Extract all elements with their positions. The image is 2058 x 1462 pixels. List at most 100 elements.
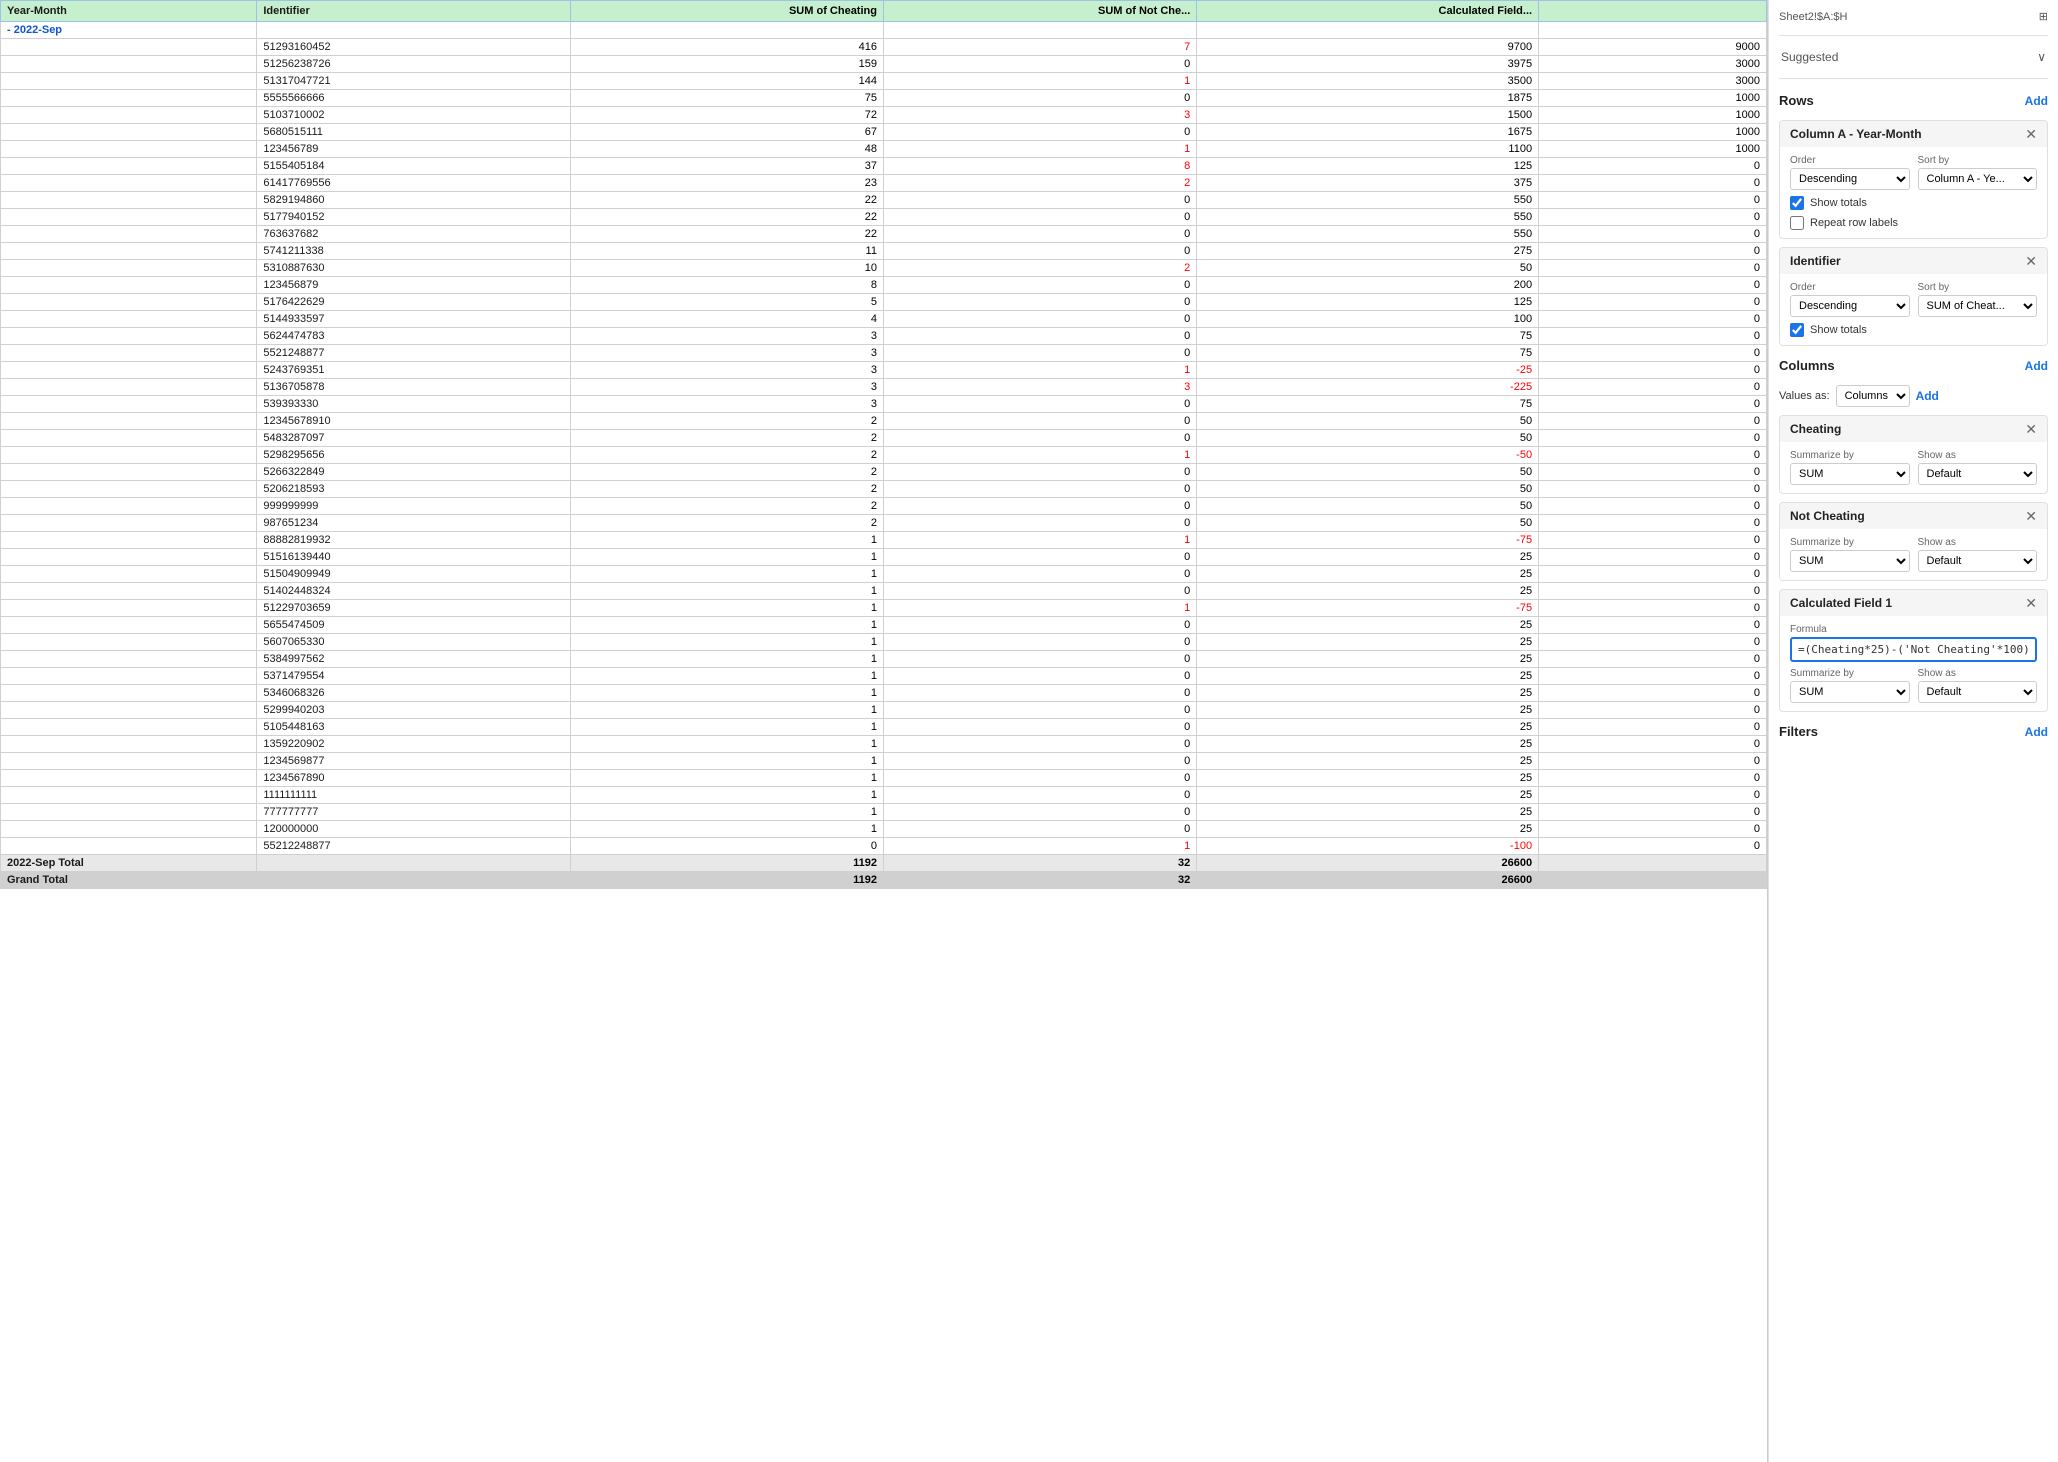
col-a-close-button[interactable]: ✕: [2025, 127, 2037, 141]
cell-extra: 0: [1539, 345, 1767, 362]
col-a-order-select[interactable]: Descending Ascending: [1790, 168, 1910, 190]
table-row: 1111111111 1 0 25 0: [1, 787, 1767, 804]
cell-cheating: 10: [570, 260, 883, 277]
identifier-show-totals-checkbox[interactable]: [1790, 323, 1804, 337]
cell-identifier: 51317047721: [257, 73, 570, 90]
table-row: 5680515111 67 0 1675 1000: [1, 124, 1767, 141]
header-cheating: SUM of Cheating: [570, 1, 883, 22]
header-extra: [1539, 1, 1767, 22]
calc-summarize-select[interactable]: SUM: [1790, 681, 1910, 703]
col-a-title: Column A - Year-Month: [1790, 127, 1922, 141]
cell-cheating: 3: [570, 362, 883, 379]
col-a-sortby-label: Sort by: [1918, 155, 2038, 166]
table-row: 5521248877 3 0 75 0: [1, 345, 1767, 362]
cell-not-cheating: 0: [883, 90, 1196, 107]
columns-label: Columns: [1779, 358, 1835, 373]
cell-year-month: [1, 124, 257, 141]
cell-calc: 25: [1197, 583, 1539, 600]
cell-calc: 25: [1197, 617, 1539, 634]
identifier-sortby-select[interactable]: SUM of Cheat...: [1918, 295, 2038, 317]
cell-identifier: 5176422629: [257, 294, 570, 311]
col-a-repeat-row-labels-checkbox[interactable]: [1790, 216, 1804, 230]
cell-not-cheating: 1: [883, 600, 1196, 617]
cell-not-cheating: 0: [883, 345, 1196, 362]
calculated-field-close-button[interactable]: ✕: [2025, 596, 2037, 610]
cell-year-month: [1, 192, 257, 209]
identifier-order-label: Order: [1790, 282, 1910, 293]
cell-extra: 0: [1539, 481, 1767, 498]
cheating-show-as-select[interactable]: Default: [1918, 463, 2038, 485]
cell-extra: 0: [1539, 226, 1767, 243]
total-calc: 26600: [1197, 855, 1539, 872]
values-add-button[interactable]: Add: [1916, 389, 1939, 403]
col-a-show-totals-checkbox[interactable]: [1790, 196, 1804, 210]
table-area[interactable]: Year-Month Identifier SUM of Cheating SU…: [0, 0, 1768, 1462]
cell-extra: 0: [1539, 838, 1767, 855]
cell-identifier: 5177940152: [257, 209, 570, 226]
cell-calc: 1500: [1197, 107, 1539, 124]
cell-cheating: 3: [570, 328, 883, 345]
calculated-field-title: Calculated Field 1: [1790, 596, 1892, 610]
group-extra: [1539, 22, 1767, 39]
cell-year-month: [1, 617, 257, 634]
cell-calc: 25: [1197, 804, 1539, 821]
cell-cheating: 2: [570, 464, 883, 481]
grand-total-label: Grand Total: [1, 872, 257, 889]
table-row: 5371479554 1 0 25 0: [1, 668, 1767, 685]
calc-show-as-select[interactable]: Default: [1918, 681, 2038, 703]
grand-total-cheating: 1192: [570, 872, 883, 889]
columns-add-button[interactable]: Add: [2025, 359, 2048, 373]
table-row: 5346068326 1 0 25 0: [1, 685, 1767, 702]
cell-cheating: 22: [570, 209, 883, 226]
cheating-summarize-select[interactable]: SUM COUNT AVERAGE: [1790, 463, 1910, 485]
col-a-sortby-group: Sort by Column A - Ye...: [1918, 155, 2038, 190]
cell-identifier: 5829194860: [257, 192, 570, 209]
cell-identifier: 51402448324: [257, 583, 570, 600]
cell-not-cheating: 0: [883, 634, 1196, 651]
cell-not-cheating: 0: [883, 566, 1196, 583]
cell-year-month: [1, 668, 257, 685]
table-row: 5177940152 22 0 550 0: [1, 209, 1767, 226]
cell-cheating: 23: [570, 175, 883, 192]
not-cheating-show-as-select[interactable]: Default: [1918, 550, 2038, 572]
cell-calc: 75: [1197, 328, 1539, 345]
not-cheating-close-button[interactable]: ✕: [2025, 509, 2037, 523]
cheating-title: Cheating: [1790, 422, 1841, 436]
cell-cheating: 67: [570, 124, 883, 141]
cell-year-month: [1, 447, 257, 464]
identifier-header: Identifier ✕: [1780, 248, 2047, 274]
not-cheating-show-as-group: Show as Default: [1918, 537, 2038, 572]
cell-cheating: 0: [570, 838, 883, 855]
cell-year-month: [1, 464, 257, 481]
cell-identifier: 999999999: [257, 498, 570, 515]
cell-calc: 200: [1197, 277, 1539, 294]
values-as-select[interactable]: Columns Rows: [1836, 385, 1910, 407]
total-row: 2022-Sep Total 1192 32 26600: [1, 855, 1767, 872]
formula-input[interactable]: [1790, 637, 2037, 662]
total-not-cheating: 32: [883, 855, 1196, 872]
col-a-sortby-select[interactable]: Column A - Ye...: [1918, 168, 2038, 190]
cell-not-cheating: 0: [883, 56, 1196, 73]
cell-extra: 0: [1539, 158, 1767, 175]
col-a-repeat-row-labels-label: Repeat row labels: [1810, 217, 1898, 229]
not-cheating-summarize-select[interactable]: SUM COUNT: [1790, 550, 1910, 572]
cell-extra: 0: [1539, 736, 1767, 753]
filters-add-button[interactable]: Add: [2025, 725, 2048, 739]
cell-cheating: 22: [570, 226, 883, 243]
col-a-year-month-section: Column A - Year-Month ✕ Order Descending…: [1779, 120, 2048, 239]
cell-extra: 0: [1539, 430, 1767, 447]
identifier-close-button[interactable]: ✕: [2025, 254, 2037, 268]
group-identifier: [257, 22, 570, 39]
table-row: 763637682 22 0 550 0: [1, 226, 1767, 243]
cheating-close-button[interactable]: ✕: [2025, 422, 2037, 436]
cell-calc: 1675: [1197, 124, 1539, 141]
cell-year-month: [1, 821, 257, 838]
cell-calc: -25: [1197, 362, 1539, 379]
rows-add-button[interactable]: Add: [2025, 94, 2048, 108]
cell-year-month: [1, 345, 257, 362]
cell-calc: 50: [1197, 413, 1539, 430]
panel-top-bar: Sheet2!$A:$H ⊞: [1779, 8, 2048, 25]
cell-calc: 25: [1197, 736, 1539, 753]
suggested-chevron[interactable]: ∨: [2037, 50, 2046, 64]
identifier-order-select[interactable]: Descending Ascending: [1790, 295, 1910, 317]
